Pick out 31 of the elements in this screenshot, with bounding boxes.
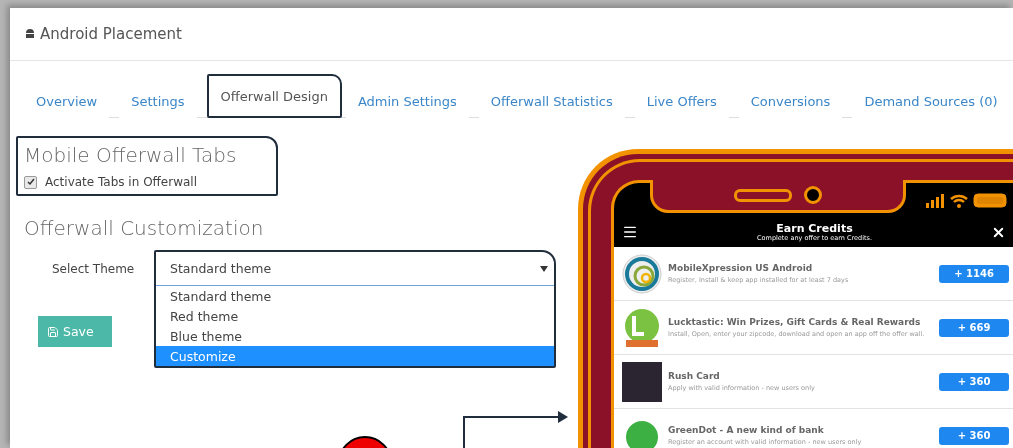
section-heading: Mobile Offerwall Tabs bbox=[24, 143, 237, 167]
checkbox[interactable] bbox=[24, 175, 37, 189]
offer-title: GreenDot - A new kind of bank bbox=[668, 425, 824, 435]
theme-select[interactable]: Standard theme Standard theme Red theme Blue theme Customize bbox=[154, 250, 556, 368]
dropdown-option[interactable]: Customize bbox=[156, 346, 554, 366]
signal-icon bbox=[926, 194, 944, 208]
swirl-logo-icon bbox=[622, 253, 662, 294]
android-icon bbox=[25, 28, 35, 40]
select-value: Standard theme bbox=[170, 261, 272, 276]
credits-button[interactable]: + 360 bbox=[939, 426, 1009, 445]
section-heading: Offerwall Customization bbox=[24, 216, 265, 240]
page-title: Android Placement bbox=[40, 25, 182, 43]
checkbox-label: Activate Tabs in Offerwall bbox=[45, 175, 197, 189]
offer-title: Rush Card bbox=[668, 371, 720, 381]
wifi-icon bbox=[950, 194, 968, 208]
tab[interactable]: Offerwall Design bbox=[206, 74, 342, 118]
field-label: Select Theme bbox=[52, 262, 135, 276]
photo-placeholder bbox=[622, 361, 662, 402]
credits-button[interactable]: + 669 bbox=[939, 318, 1009, 337]
offer-title: Lucktastic: Win Prizes, Gift Cards & Real Rewards bbox=[668, 317, 921, 327]
credits-button[interactable]: + 360 bbox=[939, 372, 1009, 391]
camera-icon bbox=[804, 186, 822, 204]
preview-title: Earn Credits bbox=[776, 222, 853, 234]
battery-icon bbox=[973, 193, 1007, 208]
credits-button[interactable]: + 1146 bbox=[939, 264, 1009, 283]
clover-logo-icon bbox=[622, 307, 662, 348]
caret-icon bbox=[540, 265, 548, 272]
offer-title: MobileXpression US Android bbox=[668, 263, 813, 273]
menu-icon[interactable] bbox=[622, 224, 638, 240]
save-button[interactable]: Save bbox=[38, 316, 112, 347]
speaker-icon bbox=[734, 188, 792, 202]
